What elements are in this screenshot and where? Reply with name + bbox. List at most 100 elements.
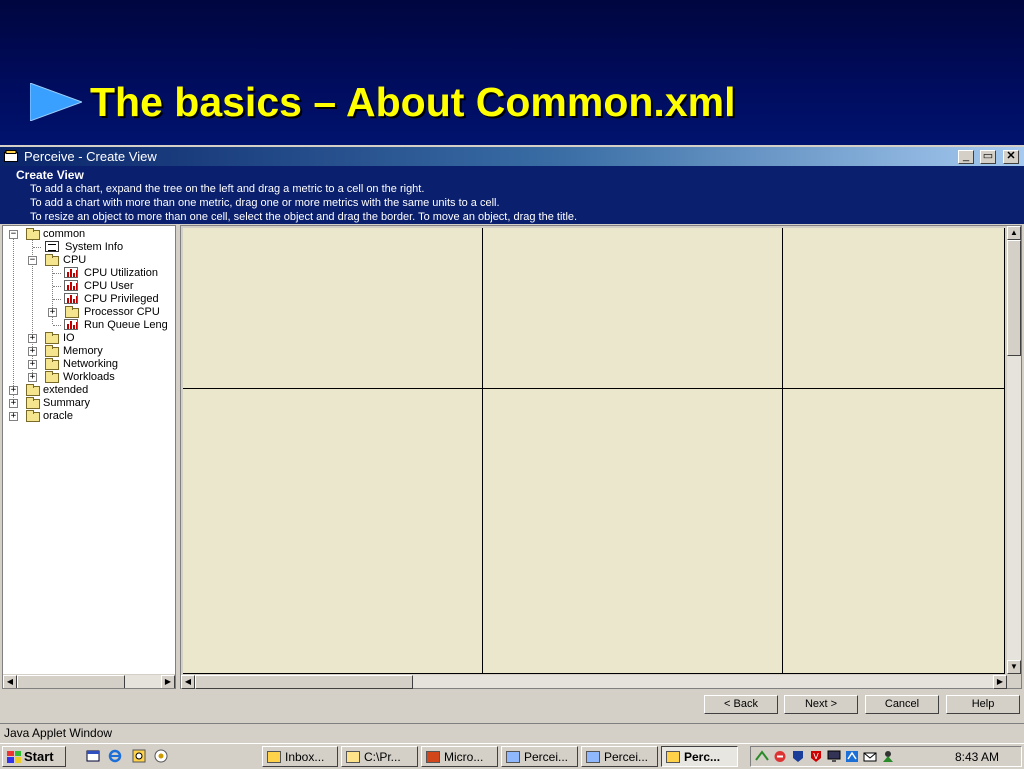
tree-connector bbox=[53, 299, 61, 300]
maximize-button[interactable]: ▭ bbox=[980, 150, 996, 164]
window-titlebar[interactable]: Perceive - Create View _ ▭ ✕ bbox=[0, 147, 1024, 166]
instruction-line: To add a chart with more than one metric… bbox=[30, 197, 500, 209]
chart-metric-icon bbox=[64, 293, 78, 304]
next-button[interactable]: Next > bbox=[784, 695, 858, 714]
expand-toggle[interactable]: + bbox=[9, 399, 18, 408]
expand-toggle[interactable]: + bbox=[9, 386, 18, 395]
help-button[interactable]: Help bbox=[946, 695, 1020, 714]
chart-metric-icon bbox=[64, 319, 78, 330]
view-cell-grid bbox=[183, 228, 1005, 674]
expand-toggle[interactable]: + bbox=[48, 308, 57, 317]
taskbar-task-explorer[interactable]: C:\Pr... bbox=[341, 746, 418, 767]
show-desktop-icon[interactable] bbox=[86, 749, 100, 763]
connection-icon[interactable] bbox=[845, 750, 859, 763]
view-cell[interactable] bbox=[483, 228, 783, 389]
tree-item-cpu[interactable]: CPU bbox=[63, 254, 86, 267]
scroll-left-button[interactable]: ◀ bbox=[181, 675, 195, 689]
view-cell[interactable] bbox=[183, 228, 483, 389]
folder-icon bbox=[26, 228, 40, 240]
network-icon[interactable] bbox=[755, 750, 769, 763]
taskbar-task-perceive-2[interactable]: Percei... bbox=[581, 746, 658, 767]
monitor-icon[interactable] bbox=[827, 750, 841, 763]
instruction-line: To add a chart, expand the tree on the l… bbox=[30, 183, 425, 195]
tree-item-memory[interactable]: Memory bbox=[63, 345, 103, 358]
taskbar-task-inbox[interactable]: Inbox... bbox=[262, 746, 338, 767]
collapse-toggle[interactable]: − bbox=[9, 230, 18, 239]
expand-toggle[interactable]: + bbox=[28, 334, 37, 343]
instruction-line: To resize an object to more than one cel… bbox=[30, 211, 578, 223]
outlook-icon[interactable] bbox=[132, 749, 146, 763]
folder-icon bbox=[45, 371, 59, 383]
window-app-icon bbox=[666, 750, 680, 763]
expand-toggle[interactable]: + bbox=[9, 412, 18, 421]
start-button[interactable]: Start bbox=[2, 746, 66, 767]
folder-icon bbox=[26, 410, 40, 422]
tree-item-processor-cpu[interactable]: Processor CPU bbox=[84, 306, 160, 319]
task-label: Percei... bbox=[524, 749, 569, 764]
scroll-right-button[interactable]: ▶ bbox=[993, 675, 1007, 689]
task-label: Perc... bbox=[684, 749, 721, 764]
header-heading: Create View bbox=[16, 168, 84, 182]
tree-item-cpu-utilization[interactable]: CPU Utilization bbox=[84, 267, 158, 280]
messenger-icon[interactable] bbox=[881, 750, 895, 763]
task-label: Micro... bbox=[444, 749, 484, 764]
tree-connector bbox=[13, 238, 14, 408]
tree-item-summary[interactable]: Summary bbox=[43, 397, 90, 410]
scroll-up-button[interactable]: ▲ bbox=[1007, 226, 1021, 240]
windows-taskbar: Start Inbox... C:\Pr... Micro... Percei.… bbox=[0, 743, 1024, 769]
view-cell[interactable] bbox=[483, 389, 783, 674]
grid-vertical-scrollbar[interactable]: ▲ ▼ bbox=[1007, 226, 1021, 674]
tree-connector bbox=[33, 247, 41, 248]
expand-toggle[interactable]: + bbox=[28, 360, 37, 369]
tree-horizontal-scrollbar[interactable]: ◀ ▶ bbox=[3, 674, 175, 688]
window-app-icon bbox=[4, 150, 18, 162]
expand-toggle[interactable]: + bbox=[28, 373, 37, 382]
minimize-button[interactable]: _ bbox=[958, 150, 974, 164]
system-info-icon bbox=[45, 241, 59, 252]
view-cell[interactable] bbox=[783, 389, 1005, 674]
scroll-right-button[interactable]: ▶ bbox=[161, 675, 175, 688]
tree-item-run-queue[interactable]: Run Queue Leng bbox=[84, 319, 168, 332]
media-player-icon[interactable] bbox=[154, 749, 168, 763]
scroll-thumb[interactable] bbox=[195, 675, 413, 689]
taskbar-task-perceive-1[interactable]: Percei... bbox=[501, 746, 578, 767]
chart-metric-icon bbox=[64, 267, 78, 278]
slide-title-text: The basics – About Common.xml bbox=[90, 78, 736, 125]
collapse-toggle[interactable]: − bbox=[28, 256, 37, 265]
scroll-left-button[interactable]: ◀ bbox=[3, 675, 17, 688]
tree-connector bbox=[53, 273, 61, 274]
antivirus-icon[interactable] bbox=[791, 750, 805, 763]
mcafee-icon[interactable]: V bbox=[809, 750, 823, 763]
tree-connector bbox=[53, 325, 61, 326]
tree-item-networking[interactable]: Networking bbox=[63, 358, 118, 371]
cancel-button[interactable]: Cancel bbox=[865, 695, 939, 714]
mail-icon[interactable] bbox=[863, 750, 877, 763]
internet-explorer-icon[interactable] bbox=[108, 749, 122, 763]
scroll-thumb[interactable] bbox=[1007, 240, 1021, 356]
folder-icon bbox=[45, 345, 59, 357]
metric-tree[interactable]: − common System Info − CPU CPU Utilizati… bbox=[2, 225, 176, 689]
scroll-thumb[interactable] bbox=[17, 675, 125, 688]
tree-item-cpu-user[interactable]: CPU User bbox=[84, 280, 134, 293]
tree-item-extended[interactable]: extended bbox=[43, 384, 88, 397]
svg-text:V: V bbox=[813, 752, 819, 761]
taskbar-task-perceive-active[interactable]: Perc... bbox=[661, 746, 738, 767]
expand-toggle[interactable]: + bbox=[28, 347, 37, 356]
view-cell[interactable] bbox=[183, 389, 483, 674]
tree-item-cpu-privileged[interactable]: CPU Privileged bbox=[84, 293, 159, 306]
back-button[interactable]: < Back bbox=[704, 695, 778, 714]
close-button[interactable]: ✕ bbox=[1003, 150, 1019, 164]
view-cell[interactable] bbox=[783, 228, 1005, 389]
tree-item-oracle[interactable]: oracle bbox=[43, 410, 73, 423]
tree-item-common[interactable]: common bbox=[43, 228, 85, 241]
view-layout-panel: ▲ ▼ ◀ ▶ bbox=[180, 225, 1022, 689]
folder-icon bbox=[65, 306, 79, 318]
taskbar-task-powerpoint[interactable]: Micro... bbox=[421, 746, 498, 767]
tree-item-system-info[interactable]: System Info bbox=[65, 241, 123, 254]
chart-metric-icon bbox=[64, 280, 78, 291]
scroll-down-button[interactable]: ▼ bbox=[1007, 660, 1021, 674]
security-shield-icon[interactable] bbox=[773, 750, 787, 763]
tree-item-io[interactable]: IO bbox=[63, 332, 75, 345]
tree-item-workloads[interactable]: Workloads bbox=[63, 371, 115, 384]
grid-horizontal-scrollbar[interactable]: ◀ ▶ bbox=[181, 674, 1007, 689]
